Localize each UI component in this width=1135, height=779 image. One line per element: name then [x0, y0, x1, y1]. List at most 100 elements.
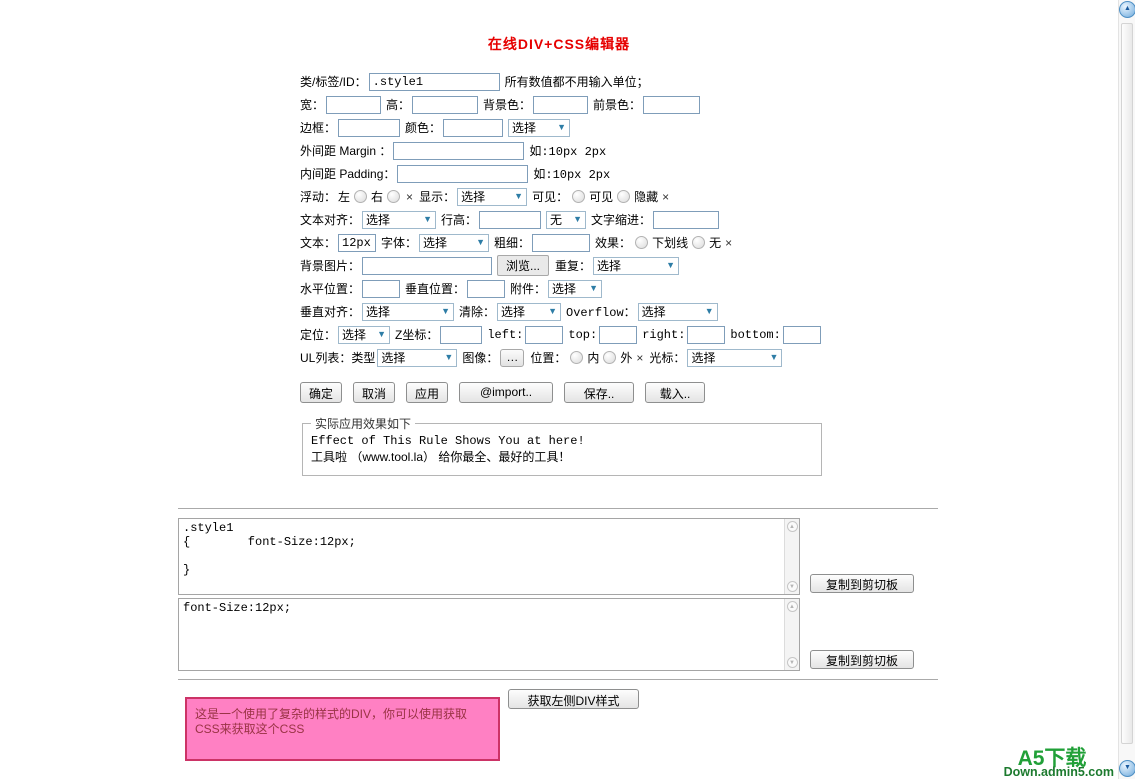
css-inline-textarea[interactable]: font-Size:12px; — [179, 599, 784, 670]
position-label: 定位： — [300, 328, 337, 342]
height-input[interactable] — [412, 95, 479, 114]
scroll-up-icon[interactable]: ▲ — [786, 601, 798, 612]
v-pos-input[interactable] — [467, 279, 506, 298]
padding-input[interactable] — [397, 164, 529, 183]
a5-domain-text: Down.admin5.com — [1003, 764, 1114, 779]
list-pos-clear-x[interactable]: × — [636, 351, 643, 365]
bg-color-input[interactable] — [533, 95, 589, 114]
underline-radio[interactable] — [635, 236, 649, 249]
text-align-select[interactable]: 选择 ▼ — [362, 210, 437, 229]
text-size-input[interactable] — [338, 233, 377, 252]
float-right-radio[interactable] — [387, 190, 401, 203]
css-inline-row: font-Size:12px; ▲ ▼ 复制到剪切板 — [178, 598, 938, 671]
load-button[interactable]: 载入.. — [645, 382, 706, 403]
attachment-select[interactable]: 选择 ▼ — [548, 279, 603, 298]
chevron-down-icon: ▼ — [573, 214, 583, 224]
border-color-input[interactable] — [443, 118, 504, 137]
preview-site-line: 工具啦 （www.tool.la） 给你最全、最好的工具！ — [311, 450, 571, 464]
underline-option-label: 下划线 — [652, 236, 689, 250]
bg-image-input[interactable] — [362, 256, 493, 275]
border-style-select[interactable]: 选择 ▼ — [508, 118, 571, 137]
border-color-label: 颜色： — [405, 121, 442, 135]
line-height-label: 行高： — [441, 213, 478, 227]
hidden-radio[interactable] — [617, 190, 631, 203]
ul-type-select[interactable]: 选择 ▼ — [377, 348, 458, 367]
visible-radio[interactable] — [572, 190, 586, 203]
cursor-select[interactable]: 选择 ▼ — [687, 348, 783, 367]
top-input[interactable] — [599, 325, 638, 344]
list-inside-radio[interactable] — [570, 351, 584, 364]
copy-inline-css-button[interactable]: 复制到剪切板 — [810, 650, 914, 669]
text-indent-input[interactable] — [653, 210, 720, 229]
effect-clear-x[interactable]: × — [725, 236, 732, 250]
bg-color-label: 背景色： — [483, 98, 532, 112]
class-id-input[interactable] — [368, 72, 500, 91]
import-button[interactable]: @import.. — [459, 382, 554, 403]
page-scrollbar[interactable]: ▲ ▼ — [1118, 0, 1135, 779]
list-outside-label: 外 — [620, 351, 633, 365]
css-inline-scrollbar[interactable]: ▲ ▼ — [784, 599, 799, 670]
left-input[interactable] — [525, 325, 564, 344]
bg-image-label: 背景图片： — [300, 259, 361, 273]
z-index-input[interactable] — [440, 325, 483, 344]
font-select[interactable]: 选择 ▼ — [419, 233, 490, 252]
line-height-unit-select[interactable]: 无 ▼ — [546, 210, 587, 229]
text-align-label: 文本对齐： — [300, 213, 361, 227]
float-right-label: 右 — [371, 190, 384, 204]
font-label: 字体： — [381, 236, 418, 250]
scroll-down-icon[interactable]: ▼ — [786, 581, 798, 592]
scroll-up-icon[interactable]: ▲ — [786, 521, 798, 532]
copy-full-css-button[interactable]: 复制到剪切板 — [810, 574, 914, 593]
ul-image-browse-button[interactable]: … — [500, 348, 525, 367]
scrollbar-up-button[interactable]: ▲ — [1119, 1, 1135, 18]
browse-button[interactable]: 浏览... — [497, 255, 550, 276]
display-select[interactable]: 选择 ▼ — [457, 187, 528, 206]
z-index-label: Z坐标： — [395, 328, 439, 342]
v-pos-label: 垂直位置： — [405, 282, 466, 296]
css-full-scrollbar[interactable]: ▲ ▼ — [784, 519, 799, 594]
line-height-unit-value: 无 — [550, 213, 563, 227]
preview-effect-line: Effect of This Rule Shows You at here! — [311, 434, 585, 448]
effect-label: 效果： — [595, 236, 632, 250]
chevron-down-icon: ▼ — [423, 214, 433, 224]
position-select-value: 选择 — [342, 328, 367, 342]
units-note: 所有数值都不用输入单位； — [504, 75, 649, 89]
float-left-radio[interactable] — [354, 190, 368, 203]
ok-button[interactable]: 确定 — [300, 382, 343, 403]
display-label: 显示： — [419, 190, 456, 204]
width-input[interactable] — [326, 95, 382, 114]
font-weight-input[interactable] — [532, 233, 591, 252]
row-class-id: 类/标签/ID： 所有数值都不用输入单位； — [300, 70, 840, 93]
border-label: 边框： — [300, 121, 337, 135]
clear-select[interactable]: 选择 ▼ — [497, 302, 562, 321]
no-effect-radio[interactable] — [692, 236, 706, 249]
save-button[interactable]: 保存.. — [564, 382, 635, 403]
fg-color-input[interactable] — [643, 95, 701, 114]
repeat-select[interactable]: 选择 ▼ — [593, 256, 680, 275]
scrollbar-down-button[interactable]: ▼ — [1119, 760, 1135, 777]
a5-download-logo[interactable]: A5下载 Down.admin5.com — [1004, 748, 1114, 779]
margin-input[interactable] — [393, 141, 525, 160]
get-div-style-button[interactable]: 获取左侧DIV样式 — [508, 689, 639, 709]
v-align-select[interactable]: 选择 ▼ — [362, 302, 455, 321]
cursor-label: 光标： — [649, 351, 686, 365]
repeat-select-value: 选择 — [597, 259, 622, 273]
text-indent-label: 文字缩进： — [591, 213, 652, 227]
position-select[interactable]: 选择 ▼ — [338, 325, 391, 344]
overflow-select[interactable]: 选择 ▼ — [637, 302, 718, 321]
line-height-input[interactable] — [479, 210, 542, 229]
cancel-button[interactable]: 取消 — [353, 382, 396, 403]
bottom-input[interactable] — [782, 325, 821, 344]
right-input[interactable] — [687, 325, 726, 344]
css-inline-box: font-Size:12px; ▲ ▼ — [178, 598, 800, 671]
list-outside-radio[interactable] — [603, 351, 617, 364]
scroll-down-icon[interactable]: ▼ — [786, 657, 798, 668]
h-pos-input[interactable] — [362, 279, 401, 298]
apply-button[interactable]: 应用 — [406, 382, 449, 403]
scrollbar-thumb[interactable] — [1121, 23, 1133, 744]
width-label: 宽： — [300, 98, 325, 112]
border-width-input[interactable] — [338, 118, 401, 137]
visibility-clear-x[interactable]: × — [662, 190, 669, 204]
float-clear-x[interactable]: × — [406, 190, 413, 204]
css-full-textarea[interactable]: .style1 { font-Size:12px; } — [179, 519, 784, 594]
